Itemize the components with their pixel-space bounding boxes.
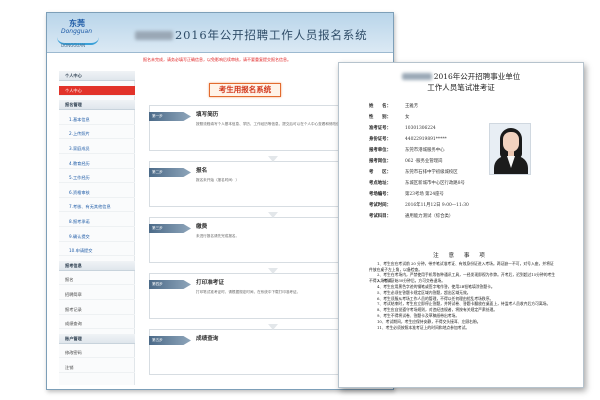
field-value: 第23考场 第24座号 xyxy=(405,192,444,197)
note-item: 9、考生不得将试卷、答题卡及草稿纸带出考场。 xyxy=(377,313,460,318)
sidebar-item[interactable]: 个人中心 xyxy=(59,85,135,96)
candidate-system-button[interactable]: 考生用报名系统 xyxy=(209,83,281,97)
step-arrow-icon xyxy=(268,212,278,218)
note-item: 11、考生必须按照本准考证上的时间和地点参加考试。 xyxy=(377,324,470,330)
ticket-field: 考试时间： 2016年11月12日 9:00—11:30 xyxy=(369,202,469,211)
ticket-field: 考 区： 东莞市石排中学初级城校区 xyxy=(369,169,458,178)
ticket-field: 考场编号： 第23考场 第24座号 xyxy=(369,191,444,200)
sidebar-item[interactable]: 报名 xyxy=(59,275,135,286)
field-label: 身份证号： xyxy=(369,137,391,142)
step-tag: 第四步 xyxy=(149,280,191,289)
field-value: 10301306224 xyxy=(405,126,436,131)
field-value: 东莞市石排中学初级城校区 xyxy=(405,170,458,175)
sidebar-item[interactable]: 7.考核、有无其他信息 xyxy=(59,202,135,213)
sidebar-item[interactable]: 5.工作经历 xyxy=(59,173,135,184)
ticket-field: 报考单位： 东莞市港城服务中心 xyxy=(369,147,445,156)
sidebar-item[interactable]: 招聘简章 xyxy=(59,290,135,300)
step-tag: 第三步 xyxy=(149,224,191,233)
candidate-photo xyxy=(489,123,531,175)
ticket-field: 考点地址： 东城区新城市中心区行政路8号 xyxy=(369,180,465,189)
sidebar-item[interactable]: 修改密码 xyxy=(59,348,135,359)
step-tag: 第二步 xyxy=(149,168,191,177)
step-arrow-icon xyxy=(268,324,278,330)
field-label: 考 区： xyxy=(369,170,391,175)
step-desc: 报名未开始（报名时间：） xyxy=(196,178,240,182)
ticket-title-line1: 2016年公开招聘事业单位 xyxy=(339,71,583,82)
note-item: 5、考生必须在答题卡规定区域内答题，超出区域无效。 xyxy=(377,289,471,295)
ticket-field: 身份证号： 44022919891***** xyxy=(369,136,447,145)
field-label: 性 别： xyxy=(369,115,391,120)
step-desc: 打印笔试准考证时，请根据规定时间，在系统中下载打印准考证。 xyxy=(196,290,301,294)
field-label: 报考单位： xyxy=(369,148,391,153)
field-label: 姓 名： xyxy=(369,104,391,109)
sidebar-item[interactable]: 3.家庭成员 xyxy=(59,144,135,154)
sidebar-item[interactable]: 10.申请提交 xyxy=(59,246,135,257)
notes-heading: 注 意 事 项 xyxy=(433,253,489,259)
step-tag: 第一步 xyxy=(149,112,191,121)
step-title: 成绩查询 xyxy=(196,336,219,342)
note-item: 4、考生应用黑色字迹的钢笔或签字笔作答，使用2B铅笔填涂答题卡。 xyxy=(377,284,495,289)
sidebar-item[interactable]: 成绩查询 xyxy=(59,319,135,330)
dongguan-logo[interactable]: 东莞 Dongguan DONGGUAN xyxy=(55,17,103,49)
redacted-text xyxy=(401,73,432,80)
sidebar-section: 报考信息 xyxy=(59,260,135,271)
note-item: 3、考试开始30分钟后，方可交卷退场。 xyxy=(377,278,445,284)
logo-sub: DONGGUAN xyxy=(61,43,86,48)
note-item: 1、考生应在考试前 20 分钟，带齐笔试准考证、有效身份证进入考场。两证缺一不可… xyxy=(369,261,554,272)
field-label: 考试时间： xyxy=(369,203,391,208)
field-label: 考点地址： xyxy=(369,181,391,186)
ticket-field: 考试科目： 通用能力测试（综合类） xyxy=(369,213,453,222)
sidebar-item[interactable]: 报考记录 xyxy=(59,305,135,315)
note-item: 8、考生应自觉遵守考场规则，对违纪违规者，将按有关规定严肃处理。 xyxy=(377,307,498,313)
sidebar: 个人中心 个人中心 报名管理 1.基本信息 2.上传照片 3.家庭成员 4.教育经历 5.工作… xyxy=(59,71,135,385)
step-arrow-icon xyxy=(268,156,278,162)
step-title: 缴费 xyxy=(196,224,208,230)
logo-en: Dongguan xyxy=(61,28,92,35)
ticket-field: 性 别： 女 xyxy=(369,114,409,123)
field-value: 通用能力测试（综合类） xyxy=(405,214,454,219)
portal-header: 东莞 Dongguan DONGGUAN 2016年公开招聘工作人员报名系统 xyxy=(47,13,393,53)
step-title: 报名 xyxy=(196,168,208,174)
sidebar-section: 个人中心 xyxy=(59,71,135,81)
sidebar-item[interactable]: 8.报考承诺 xyxy=(59,217,135,227)
sidebar-item[interactable]: 1.基本信息 xyxy=(59,115,135,125)
sidebar-item[interactable]: 9.确认提交 xyxy=(59,232,135,242)
field-label: 考试科目： xyxy=(369,214,391,219)
field-value: 东城区新城市中心区行政路8号 xyxy=(405,181,465,186)
field-value: 2016年11月12日 9:00—11:30 xyxy=(405,203,469,208)
field-label: 准考证号： xyxy=(369,126,391,131)
field-value: 东莞市港城服务中心 xyxy=(405,148,445,153)
sidebar-item[interactable]: 2.上传照片 xyxy=(59,129,135,140)
sidebar-item[interactable]: 注销 xyxy=(59,363,135,373)
sidebar-item[interactable]: 4.教育经历 xyxy=(59,159,135,169)
note-item: 6、考生须服从考场工作人员的管理，不得以任何理由扰乱考场秩序。 xyxy=(377,295,494,301)
admission-ticket: 2016年公开招聘事业单位 工作人员笔试准考证 姓 名： 王雅芳性 别： 女准考证号… xyxy=(338,62,584,388)
redacted-text xyxy=(135,31,173,40)
portal-title: 2016年公开招聘工作人员报名系统 xyxy=(135,27,367,43)
step-desc: 按照流程填写个人基本信息、学历、工作经历等信息，提交后可以在个人中心查看和修改信… xyxy=(196,122,347,126)
ticket-field: 准考证号： 10301306224 xyxy=(369,125,436,134)
note-item: 7、考试结束时，考生应立即停止答题，并将试卷、答题卡翻放在桌面上，待监考人员收齐… xyxy=(377,301,551,307)
field-label: 考场编号： xyxy=(369,192,391,197)
step-desc: 未进行报名请先完成报名。 xyxy=(196,234,240,238)
warning-notice: 报名未完成，请务必填写正确信息，以免影响后续审核，请不要重复提交报名信息。 xyxy=(143,57,291,62)
step-title: 打印准考证 xyxy=(196,280,224,286)
field-value: 女 xyxy=(405,115,410,120)
note-item: 10、考试期间，考生应保持安静，不得交头接耳、左顾右盼。 xyxy=(377,318,481,324)
field-value: 44022919891***** xyxy=(405,137,447,142)
ticket-field: 姓 名： 王雅芳 xyxy=(369,103,418,112)
sidebar-section: 报名管理 xyxy=(59,100,135,111)
field-label: 报考岗位： xyxy=(369,159,391,164)
field-value: 062 ·服务业管理岗 xyxy=(405,159,443,164)
ticket-field: 报考岗位： 062 ·服务业管理岗 xyxy=(369,158,443,167)
ticket-title-line2: 工作人员笔试准考证 xyxy=(427,83,495,92)
field-value: 王雅芳 xyxy=(405,104,419,109)
step-tag: 第五步 xyxy=(149,336,191,345)
sidebar-section: 账户管理 xyxy=(59,333,135,344)
step-arrow-icon xyxy=(268,268,278,274)
step-title: 填写简历 xyxy=(196,112,219,118)
sidebar-item[interactable]: 6.资格审核 xyxy=(59,188,135,198)
